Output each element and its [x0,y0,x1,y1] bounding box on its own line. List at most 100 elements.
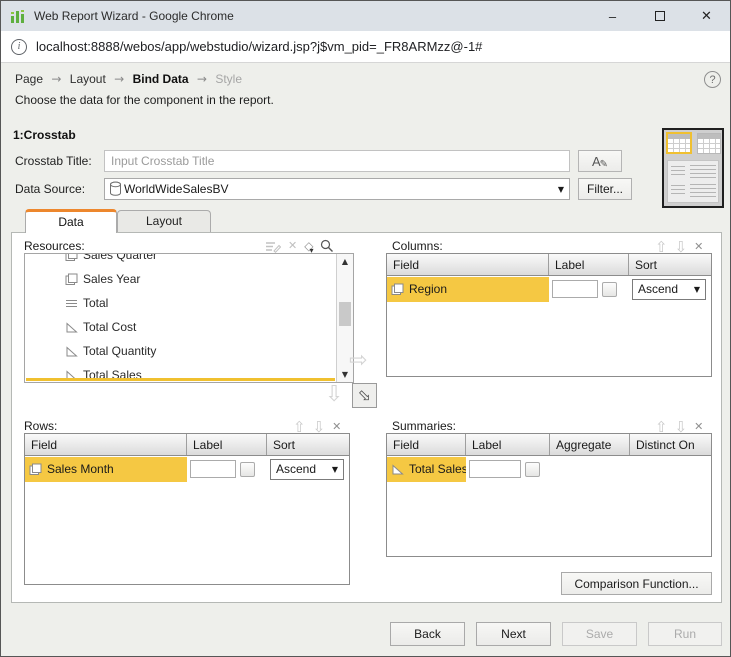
delete-icon[interactable]: ✕ [694,420,703,434]
layout-preview-box [662,128,724,208]
crosstab-title-input[interactable] [104,150,570,172]
tab-layout[interactable]: Layout [117,210,211,232]
next-button[interactable]: Next [476,622,551,646]
label-input[interactable] [552,280,598,298]
sort-cell: Ascend ▼ [629,279,706,300]
field-cell-selected[interactable]: Sales Month [25,457,187,482]
columns-toolbar: ⇧ ⇩ ✕ [655,240,703,254]
maximize-button[interactable] [636,1,683,31]
list-item[interactable]: Total Quantity [25,339,336,363]
resources-label: Resources: [24,239,85,253]
url-text[interactable]: localhost:8888/webos/app/webstudio/wizar… [36,39,482,54]
move-right-arrow-icon[interactable]: ⇨ [349,350,367,372]
run-button: Run [648,622,722,646]
delete-icon[interactable]: ✕ [332,420,341,434]
chevron-down-icon: ▼ [694,285,700,294]
add-to-selected-button[interactable]: ⇨ [352,383,377,408]
dimension-icon [65,254,78,262]
sort-dropdown[interactable]: Ascend ▼ [270,459,344,480]
summaries-table-header: Field Label Aggregate Distinct On [387,434,711,456]
field-cell-selected[interactable]: Total Sales [387,457,466,482]
layout-option-alt[interactable] [697,133,721,154]
search-icon[interactable] [320,239,334,253]
list-item[interactable]: Total Cost [25,315,336,339]
summaries-label: Summaries: [392,419,456,433]
dimension-icon [65,273,78,286]
step-arrow-icon: → [46,72,66,86]
scroll-up-icon[interactable]: ▲ [337,254,353,269]
preview-lines [690,184,716,197]
address-bar[interactable]: i localhost:8888/webos/app/webstudio/wiz… [1,31,730,63]
dimension-icon [29,463,42,476]
remove-resource-icon[interactable]: ✕ [288,239,297,253]
move-down-arrow-icon[interactable]: ⇩ [325,384,343,406]
site-info-icon[interactable]: i [11,39,27,55]
sort-dropdown[interactable]: Ascend ▼ [632,279,706,300]
chevron-down-icon: ▼ [332,465,338,474]
delete-icon[interactable]: ✕ [694,240,703,254]
step-layout[interactable]: Layout [70,72,106,86]
comparison-function-button[interactable]: Comparison Function... [561,572,712,595]
move-up-icon[interactable]: ⇧ [293,420,306,434]
wizard-content: Page → Layout → Bind Data → Style ? Choo… [1,63,730,656]
column-header: Aggregate [550,434,630,455]
summaries-toolbar: ⇧ ⇩ ✕ [655,420,703,434]
edit-list-icon[interactable] [265,240,281,253]
window-title: Web Report Wizard - Google Chrome [34,9,589,23]
layout-option-selected[interactable] [666,132,692,154]
rows-toolbar: ⇧ ⇩ ✕ [293,420,341,434]
move-down-icon[interactable]: ⇩ [675,240,688,254]
label-input[interactable] [190,460,236,478]
move-up-icon[interactable]: ⇧ [655,240,668,254]
label-cell [187,460,267,478]
label-formula-button[interactable] [525,462,540,477]
column-header: Field [25,434,187,455]
rows-table: Field Label Sort Sales Month [24,433,350,585]
resources-list-viewport: Sales Quarter Sales Year Total Tota [25,254,336,382]
columns-table-header: Field Label Sort [387,254,711,276]
scrollbar-thumb[interactable] [339,302,351,326]
move-up-icon[interactable]: ⇧ [655,420,668,434]
columns-label: Columns: [392,239,443,253]
label-input[interactable] [469,460,521,478]
label-formula-button[interactable] [602,282,617,297]
sort-resources-icon[interactable]: ◇ ▾ [304,239,313,253]
field-cell-selected[interactable]: Region [387,277,549,302]
title-bar[interactable]: Web Report Wizard - Google Chrome – ✕ [1,1,730,31]
resources-list: Sales Quarter Sales Year Total Tota [24,253,354,383]
filter-button[interactable]: Filter... [578,178,632,200]
component-heading: 1:Crosstab [13,128,76,142]
list-item[interactable]: Sales Quarter [25,254,336,267]
chevron-down-icon: ▼ [558,185,564,194]
minimize-button[interactable]: – [589,1,636,31]
step-style: Style [215,72,242,86]
move-down-icon[interactable]: ⇩ [675,420,688,434]
save-button: Save [562,622,637,646]
title-font-style-button[interactable]: A✎ [578,150,622,172]
back-button[interactable]: Back [390,622,465,646]
tab-data[interactable]: Data [25,209,117,233]
list-item[interactable]: Sales Year [25,267,336,291]
column-header: Distinct On [630,434,711,455]
list-item[interactable]: Total [25,291,336,315]
column-header: Field [387,434,466,455]
layout-preview-report[interactable] [667,160,719,203]
column-header: Label [466,434,550,455]
breadcrumb: Page → Layout → Bind Data → Style [15,72,242,86]
measure-icon [391,463,404,476]
move-down-icon[interactable]: ⇩ [313,420,326,434]
label-formula-button[interactable] [240,462,255,477]
rows-label: Rows: [24,419,57,433]
close-button[interactable]: ✕ [683,1,730,31]
maximize-icon [655,11,665,21]
column-header: Sort [629,254,711,275]
label-cell [549,280,629,298]
crosstab-title-label: Crosstab Title: [15,150,92,172]
step-page[interactable]: Page [15,72,43,86]
total-icon [65,297,78,310]
sort-cell: Ascend ▼ [267,459,344,480]
data-source-dropdown[interactable]: WorldWideSalesBV ▼ [104,178,570,200]
label-cell [466,460,550,478]
help-icon[interactable]: ? [704,71,721,88]
rows-table-header: Field Label Sort [25,434,349,456]
